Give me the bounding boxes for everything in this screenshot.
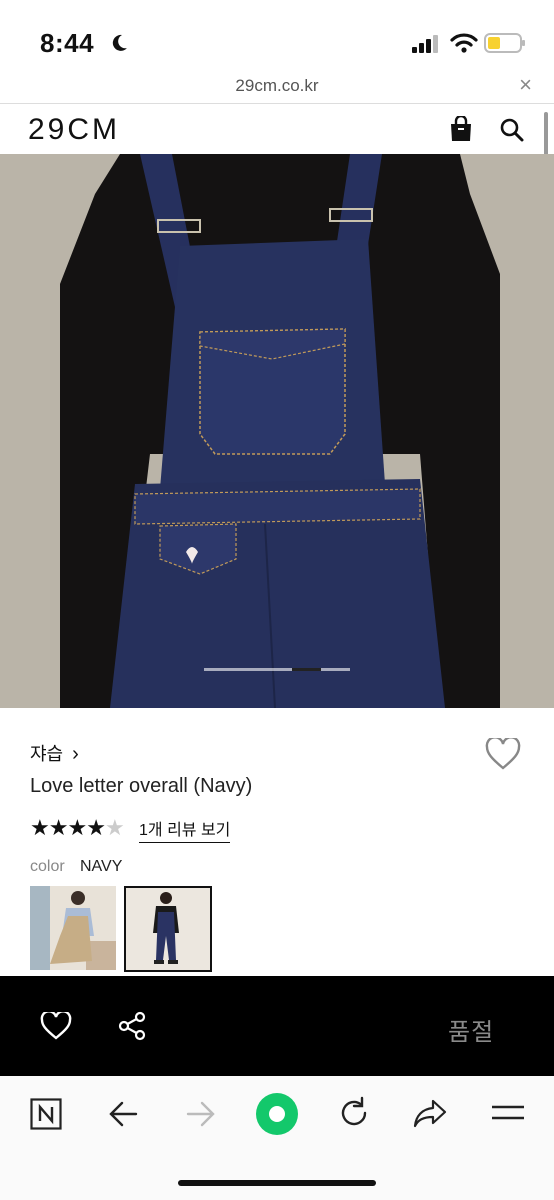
rating-stars: ★★★★★ (30, 815, 125, 841)
color-value: NAVY (80, 858, 123, 875)
close-icon[interactable]: × (519, 72, 532, 98)
color-thumbnail-navy[interactable] (124, 886, 212, 972)
share-icon[interactable] (117, 1011, 147, 1041)
star-icon: ★ (86, 815, 106, 840)
home-indicator[interactable] (178, 1180, 376, 1186)
star-icon: ★ (30, 815, 50, 840)
product-photo (0, 154, 554, 708)
status-bar: 8:44 (0, 0, 554, 80)
menu-icon[interactable] (491, 1104, 525, 1122)
soldout-button[interactable]: 품절 (448, 1012, 494, 1047)
wifi-icon (450, 33, 478, 53)
carousel-indicator (204, 668, 350, 671)
review-link[interactable]: 1개 리뷰 보기 (139, 816, 231, 843)
brand-name: 쟈습 (30, 744, 64, 764)
thumbnail-image (126, 888, 210, 970)
color-label: color (30, 858, 65, 875)
url-bar[interactable]: 29cm.co.kr × (0, 70, 554, 104)
green-dot-icon[interactable] (255, 1092, 299, 1136)
signal-icon (412, 35, 438, 53)
thumbnail-image (30, 886, 116, 970)
shopping-bag-icon[interactable] (449, 116, 473, 142)
naver-home-icon[interactable] (30, 1098, 62, 1130)
back-arrow-icon[interactable] (108, 1100, 138, 1128)
heart-icon[interactable] (40, 1012, 72, 1040)
divider (0, 103, 554, 104)
purchase-action-bar: 품절 (0, 976, 554, 1076)
star-icon: ★ (48, 815, 69, 840)
product-hero-image[interactable] (0, 154, 554, 708)
brand-link[interactable]: 쟈습 › (30, 740, 79, 766)
search-icon[interactable] (499, 117, 525, 143)
star-icon: ★ (67, 815, 87, 840)
color-thumbnail-beige[interactable] (30, 886, 116, 970)
carousel-active-segment (292, 668, 321, 671)
refresh-icon[interactable] (337, 1096, 371, 1130)
status-time: 8:44 (40, 28, 95, 58)
star-empty-icon: ★ (104, 815, 125, 840)
battery-icon (484, 33, 525, 53)
share-arrow-icon[interactable] (413, 1098, 447, 1128)
url-text[interactable]: 29cm.co.kr (0, 76, 554, 96)
moon-icon (112, 34, 127, 51)
site-logo[interactable]: 29CM (28, 113, 120, 147)
product-title: Love letter overall (Navy) (30, 775, 253, 797)
chevron-right-icon: › (72, 743, 79, 765)
heart-icon[interactable] (485, 738, 521, 770)
forward-arrow-icon[interactable] (186, 1100, 216, 1128)
